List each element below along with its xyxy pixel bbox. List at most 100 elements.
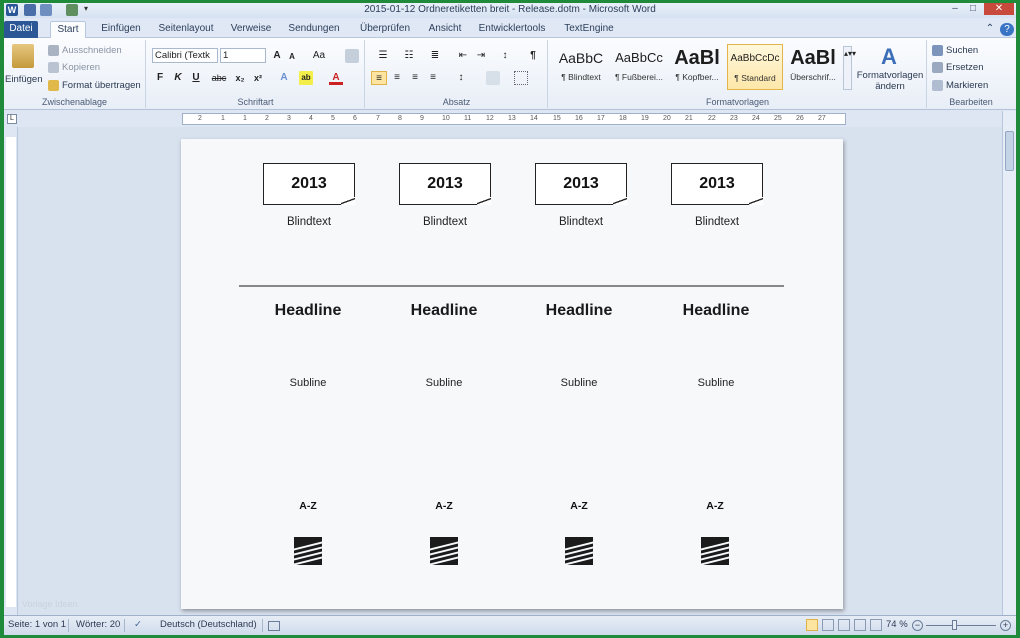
ruler-tick-label: 13	[508, 115, 516, 122]
style-blindtext[interactable]: AaBbC ¶ Blindtext	[553, 44, 609, 90]
horizontal-ruler[interactable]: 2 1 1 2 3 4 5 6 7 8 9 10 11 12 13 14 15 16 17 18 19 20 21 22 23 2…	[182, 113, 846, 125]
ribbon-minimize-icon[interactable]: ⌃	[984, 21, 996, 38]
select-button[interactable]: Markieren	[932, 80, 988, 91]
scrollbar-thumb[interactable]	[1005, 131, 1014, 171]
underline-button[interactable]: U	[189, 71, 203, 85]
highlight-icon[interactable]: ab	[299, 71, 313, 85]
tab-start[interactable]: Start	[50, 21, 86, 38]
line-spacing-icon[interactable]: ↕	[454, 71, 468, 85]
multilevel-list-icon[interactable]: ≣	[424, 49, 446, 63]
style-standard[interactable]: AaBbCcDc ¶ Standard	[727, 44, 783, 90]
proofing-icon[interactable]: ✓	[134, 619, 142, 630]
tab-textengine[interactable]: TextEngine	[558, 21, 620, 38]
ruler-tick-label: 26	[796, 115, 804, 122]
word-count[interactable]: Wörter: 20	[76, 619, 120, 630]
style-heading[interactable]: AaBl Überschrif...	[785, 44, 841, 90]
draft-view-icon[interactable]	[870, 619, 882, 631]
tab-insert[interactable]: Einfügen	[96, 21, 146, 38]
font-size-combo[interactable]: 1	[220, 48, 266, 63]
group-font: Calibri (Textk 1 A A Aa F K U abc x₂ x² …	[147, 40, 365, 108]
strikethrough-button[interactable]: abc	[209, 71, 229, 85]
bold-button[interactable]: F	[153, 71, 167, 85]
tab-references[interactable]: Verweise	[226, 21, 276, 38]
style-footer[interactable]: AaBbCc ¶ Fußberei...	[611, 44, 667, 90]
shading-icon[interactable]	[486, 71, 500, 85]
zoom-slider-track[interactable]	[926, 625, 996, 626]
copy-icon	[48, 62, 59, 73]
replace-button[interactable]: Ersetzen	[932, 62, 984, 73]
language[interactable]: Deutsch (Deutschland)	[160, 619, 257, 630]
italic-button[interactable]: K	[171, 71, 185, 85]
document-page[interactable]: 2013 2013 2013 2013 Blindtext Blindtext …	[181, 139, 843, 609]
find-button[interactable]: Suchen	[932, 45, 978, 56]
subscript-button[interactable]: x₂	[233, 71, 247, 85]
justify-icon[interactable]: ≡	[426, 71, 440, 85]
numbering-icon[interactable]: ☷	[398, 49, 420, 63]
zoom-level[interactable]: 74 %	[886, 619, 908, 630]
font-color-icon[interactable]: A	[329, 71, 343, 85]
tab-selector-icon[interactable]: L	[7, 114, 17, 124]
align-center-icon[interactable]: ≡	[390, 71, 404, 85]
year-label: 2013	[535, 163, 627, 205]
ruler-tick-label: 9	[420, 115, 424, 122]
maximize-button[interactable]: □	[964, 3, 982, 15]
help-icon[interactable]: ?	[1000, 23, 1014, 36]
web-layout-view-icon[interactable]	[838, 619, 850, 631]
show-formatting-button[interactable]: ¶	[526, 49, 540, 63]
font-name-combo[interactable]: Calibri (Textk	[152, 48, 218, 63]
tab-review[interactable]: Überprüfen	[354, 21, 416, 38]
binoculars-icon	[932, 45, 943, 56]
shrink-font-button[interactable]: A	[285, 50, 299, 64]
paste-icon[interactable]	[12, 44, 34, 68]
range-label: A-Z	[299, 500, 317, 512]
style-name: ¶ Blindtext	[561, 72, 601, 82]
zoom-in-icon[interactable]: +	[1000, 620, 1011, 631]
vertical-scrollbar[interactable]	[1002, 111, 1016, 615]
change-styles-button[interactable]: Formatvorlagen ändern	[855, 70, 925, 92]
close-button[interactable]: ✕	[984, 3, 1014, 15]
borders-icon[interactable]	[514, 71, 528, 85]
tab-file[interactable]: Datei	[4, 21, 38, 38]
page-count[interactable]: Seite: 1 von 1	[8, 619, 66, 630]
replace-icon	[932, 62, 943, 73]
outline-view-icon[interactable]	[854, 619, 866, 631]
style-header[interactable]: AaBl ¶ Kopfber...	[669, 44, 725, 90]
change-case-button[interactable]: Aa	[309, 49, 329, 63]
align-right-icon[interactable]: ≡	[408, 71, 422, 85]
styles-more-icon[interactable]: ▴▾▾	[843, 46, 856, 90]
group-clipboard: Einfügen Ausschneiden Kopieren Format üb…	[4, 40, 146, 108]
sort-icon[interactable]: ↕	[498, 49, 512, 63]
tab-developer[interactable]: Entwicklertools	[474, 21, 550, 38]
paste-button[interactable]: Einfügen	[5, 74, 43, 85]
grow-font-button[interactable]: A	[270, 49, 284, 63]
change-styles-icon[interactable]: A	[875, 44, 903, 69]
copy-button[interactable]: Kopieren	[48, 62, 100, 73]
cut-button[interactable]: Ausschneiden	[48, 45, 122, 56]
tab-page-layout[interactable]: Seitenlayout	[154, 21, 218, 38]
title-bar: W ▾ 2015-01-12 Ordneretiketten breit - R…	[4, 3, 1016, 18]
tab-view[interactable]: Ansicht	[424, 21, 466, 38]
brush-icon	[48, 80, 59, 91]
decrease-indent-icon[interactable]: ⇤	[456, 49, 470, 63]
zoom-out-icon[interactable]: −	[912, 620, 923, 631]
ruler-tick-label: 6	[353, 115, 357, 122]
ruler-tick-label: 18	[619, 115, 627, 122]
tab-mailings[interactable]: Sendungen	[284, 21, 344, 38]
align-left-icon[interactable]: ≡	[371, 71, 387, 85]
ruler-tick-label: 16	[575, 115, 583, 122]
minimize-button[interactable]: –	[946, 3, 964, 15]
bullets-icon[interactable]: ☰	[372, 49, 394, 63]
vertical-ruler[interactable]	[4, 127, 18, 615]
increase-indent-icon[interactable]: ⇥	[474, 49, 488, 63]
blindtext: Blindtext	[286, 216, 332, 228]
zoom-slider-thumb[interactable]	[952, 620, 957, 630]
text-effects-icon[interactable]: A	[277, 71, 291, 85]
document-area: 2013 2013 2013 2013 Blindtext Blindtext …	[18, 127, 1002, 615]
print-layout-view-icon[interactable]	[806, 619, 818, 631]
full-screen-view-icon[interactable]	[822, 619, 834, 631]
superscript-button[interactable]: x²	[251, 71, 265, 85]
format-painter-button[interactable]: Format übertragen	[48, 80, 141, 91]
clear-formatting-icon[interactable]	[345, 49, 359, 63]
ruler-tick-label: 24	[752, 115, 760, 122]
macro-record-icon[interactable]	[268, 621, 280, 631]
